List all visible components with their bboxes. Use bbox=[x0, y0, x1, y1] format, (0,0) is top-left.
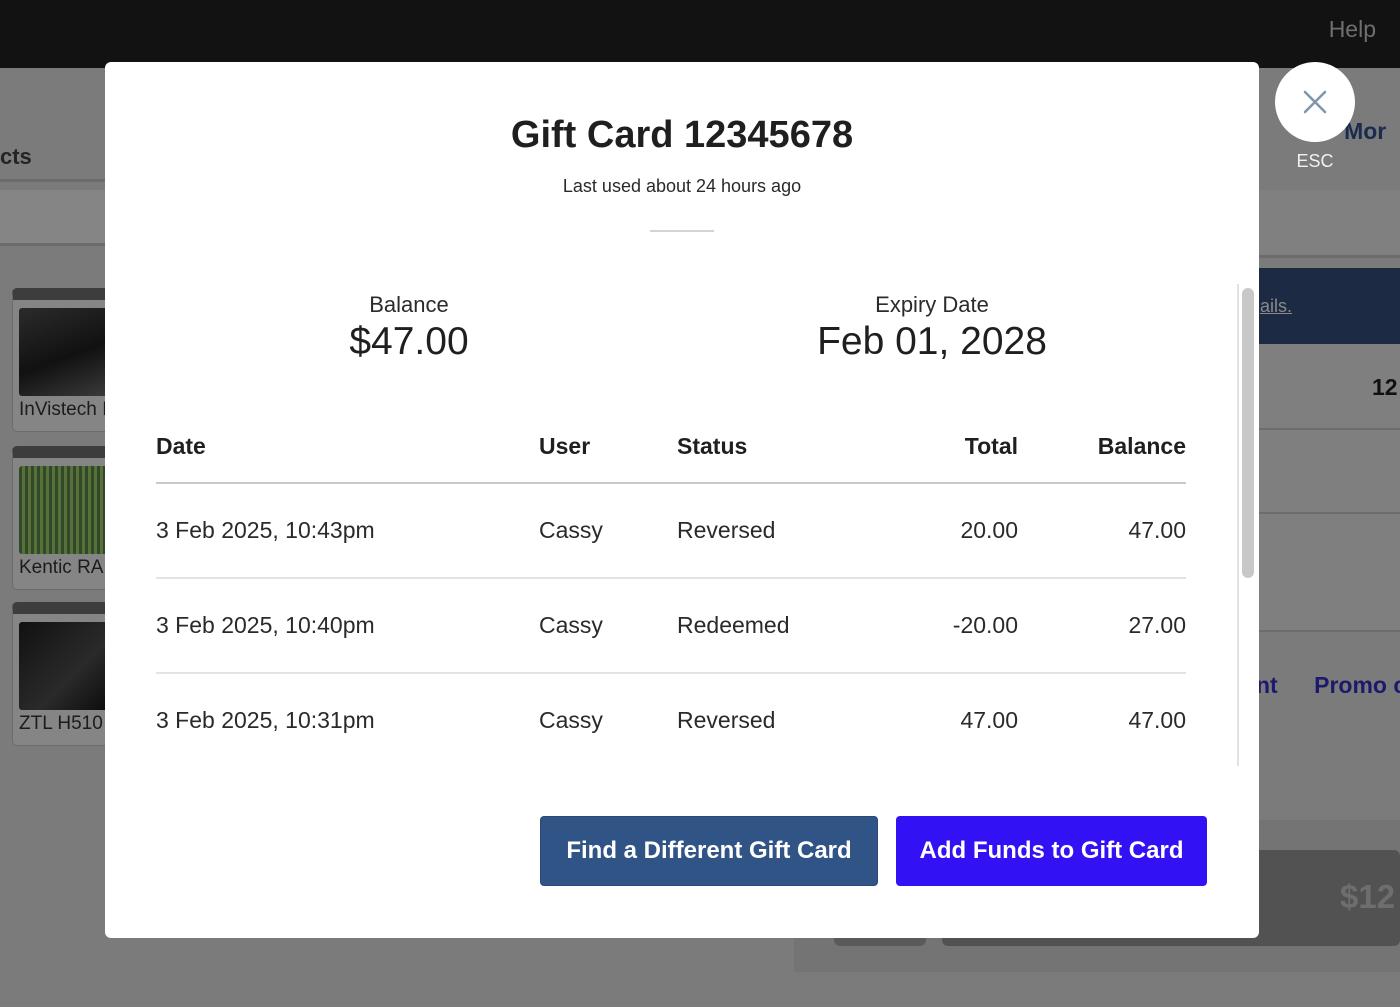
table-row: 3 Feb 2025, 10:43pm Cassy Reversed 20.00… bbox=[156, 484, 1186, 579]
table-header-row: Date User Status Total Balance bbox=[156, 410, 1186, 484]
add-funds-button[interactable]: Add Funds to Gift Card bbox=[896, 816, 1207, 886]
column-header-status: Status bbox=[677, 433, 887, 460]
cell-date: 3 Feb 2025, 10:31pm bbox=[156, 707, 539, 734]
close-icon bbox=[1302, 89, 1328, 115]
balance-label: Balance bbox=[309, 292, 509, 318]
transactions-table: Date User Status Total Balance 3 Feb 202… bbox=[156, 410, 1186, 766]
background-right-panel bbox=[1256, 190, 1400, 258]
column-header-user: User bbox=[539, 433, 677, 460]
column-header-date: Date bbox=[156, 433, 539, 460]
cell-date: 3 Feb 2025, 10:43pm bbox=[156, 517, 539, 544]
product-name: InVistech I bbox=[19, 399, 107, 421]
scrollbar-track bbox=[1237, 284, 1239, 766]
gift-card-modal: Gift Card 12345678 Last used about 24 ho… bbox=[105, 62, 1259, 938]
top-navigation-bar: Help bbox=[0, 0, 1400, 68]
cell-balance: 47.00 bbox=[1018, 707, 1186, 734]
expiry-stat: Expiry Date Feb 01, 2028 bbox=[782, 292, 1082, 364]
transactions-scroll-area[interactable]: Balance $47.00 Expiry Date Feb 01, 2028 … bbox=[105, 284, 1259, 766]
pc-case-image bbox=[19, 622, 109, 710]
expiry-label: Expiry Date bbox=[782, 292, 1082, 318]
find-different-gift-card-button[interactable]: Find a Different Gift Card bbox=[540, 816, 878, 886]
cell-balance: 47.00 bbox=[1018, 517, 1186, 544]
product-card: InVistech I bbox=[12, 288, 112, 432]
cell-user: Cassy bbox=[539, 612, 677, 639]
background-banner-link: ails. bbox=[1260, 296, 1292, 317]
background-row bbox=[1256, 514, 1400, 632]
expiry-value: Feb 01, 2028 bbox=[782, 320, 1082, 364]
last-used-text: Last used about 24 hours ago bbox=[105, 176, 1259, 197]
background-search-bar bbox=[0, 190, 108, 246]
background-promo-link: Promo co bbox=[1314, 672, 1400, 698]
cell-total: -20.00 bbox=[887, 612, 1018, 639]
cell-status: Redeemed bbox=[677, 612, 887, 639]
esc-hint: ESC bbox=[1275, 151, 1355, 172]
balance-value: $47.00 bbox=[309, 320, 509, 364]
close-button[interactable] bbox=[1275, 62, 1355, 142]
background-row bbox=[1256, 430, 1400, 514]
cell-total: 47.00 bbox=[887, 707, 1018, 734]
background-tab-label: cts bbox=[0, 144, 32, 170]
table-row: 3 Feb 2025, 10:40pm Cassy Redeemed -20.0… bbox=[156, 579, 1186, 674]
background-value: 12 bbox=[1372, 374, 1398, 401]
table-row: 3 Feb 2025, 10:31pm Cassy Reversed 47.00… bbox=[156, 674, 1186, 766]
cell-user: Cassy bbox=[539, 517, 677, 544]
cell-date: 3 Feb 2025, 10:40pm bbox=[156, 612, 539, 639]
product-card: ZTL H510 bbox=[12, 602, 112, 746]
background-pay-amount: $12 bbox=[1340, 878, 1395, 916]
product-name: Kentic RA bbox=[19, 557, 103, 579]
graphics-card-image bbox=[19, 308, 109, 396]
help-link[interactable]: Help bbox=[1329, 16, 1376, 43]
background-links: nt Promo co bbox=[1256, 672, 1400, 699]
balance-stat: Balance $47.00 bbox=[309, 292, 509, 364]
processor-image bbox=[19, 466, 109, 554]
cell-user: Cassy bbox=[539, 707, 677, 734]
column-header-balance: Balance bbox=[1018, 433, 1186, 460]
column-header-total: Total bbox=[887, 433, 1018, 460]
cell-status: Reversed bbox=[677, 707, 887, 734]
scrollbar-thumb[interactable] bbox=[1242, 288, 1254, 578]
background-link: nt bbox=[1256, 672, 1278, 698]
title-divider bbox=[650, 230, 714, 232]
modal-title: Gift Card 12345678 bbox=[105, 114, 1259, 157]
cell-status: Reversed bbox=[677, 517, 887, 544]
cell-balance: 27.00 bbox=[1018, 612, 1186, 639]
product-card: Kentic RA bbox=[12, 446, 112, 590]
product-name: ZTL H510 bbox=[19, 713, 103, 735]
cell-total: 20.00 bbox=[887, 517, 1018, 544]
